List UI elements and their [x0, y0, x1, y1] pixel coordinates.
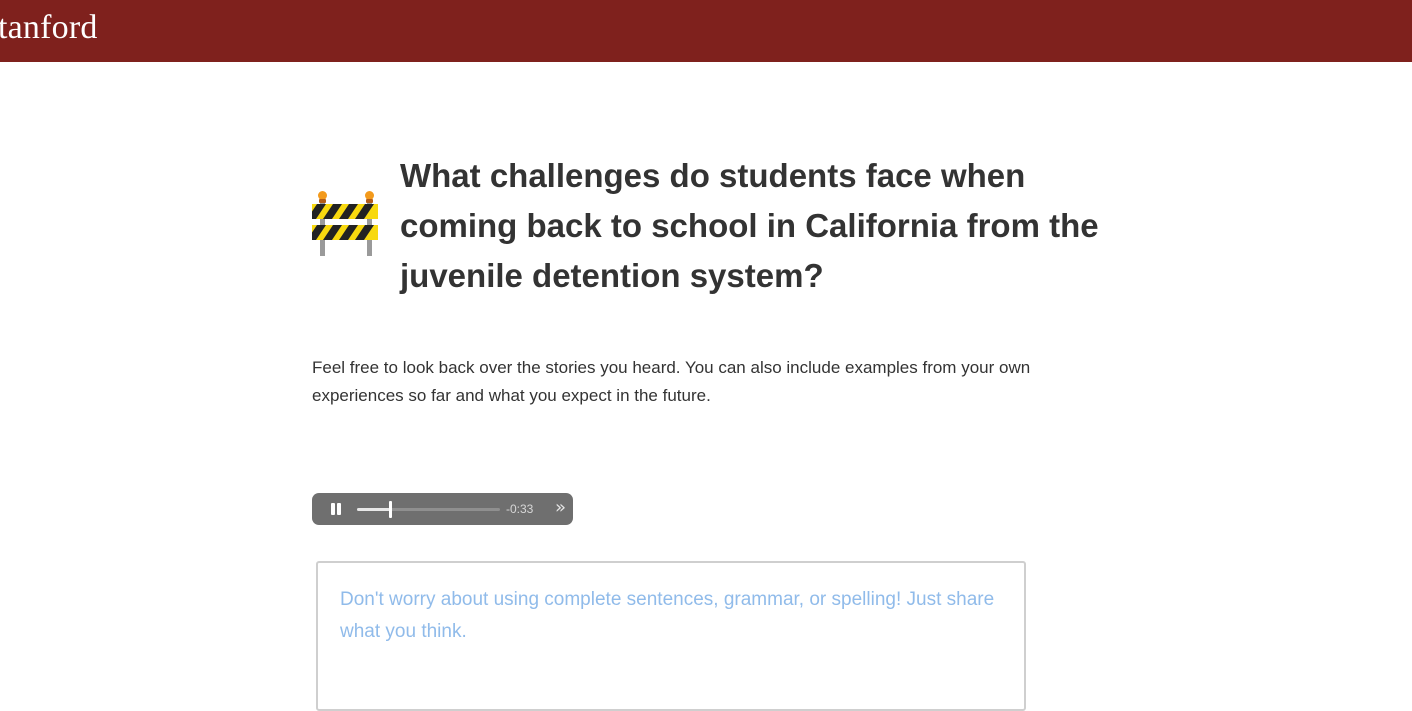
audio-progress-slider[interactable] [357, 501, 500, 518]
response-placeholder: Don't worry about using complete sentenc… [340, 589, 995, 642]
audio-progress-thumb[interactable] [389, 501, 392, 518]
audio-player: -0:33 » [312, 493, 573, 525]
construction-barrier-icon [307, 190, 378, 258]
response-textarea[interactable]: Don't worry about using complete sentenc… [316, 561, 1026, 711]
instructions-text: Feel free to look back over the stories … [312, 358, 1031, 405]
question-title: What challenges do students face when co… [400, 157, 1099, 294]
audio-progress-fill [357, 508, 390, 511]
pause-icon-right-bar [337, 503, 341, 515]
construction-barrier-icon-svg [307, 191, 378, 256]
pause-icon-left-bar [331, 503, 335, 515]
pause-button[interactable] [330, 503, 342, 515]
site-header: tanford [0, 0, 1412, 62]
remaining-time: -0:33 [506, 502, 534, 516]
brand-wordmark[interactable]: tanford [0, 8, 98, 48]
fast-forward-icon[interactable]: » [555, 499, 566, 517]
